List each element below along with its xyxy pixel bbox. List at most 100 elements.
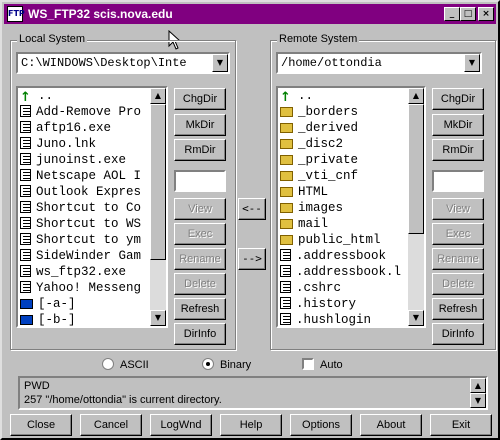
- transfer-to-remote-button[interactable]: -->: [238, 248, 266, 270]
- auto-check-box[interactable]: [302, 358, 314, 370]
- maximize-button[interactable]: □: [460, 7, 476, 21]
- local-scrollbar[interactable]: ▲ ▼: [150, 88, 166, 326]
- local-rmdir-button[interactable]: RmDir: [174, 139, 226, 161]
- file-list-item[interactable]: _disc2: [278, 136, 408, 152]
- file-list-item[interactable]: Juno.lnk: [18, 136, 150, 152]
- file-list-item[interactable]: Yahoo! Messeng: [18, 280, 150, 296]
- binary-radio-circle[interactable]: [202, 358, 214, 370]
- file-list-item[interactable]: [-b-]: [18, 312, 150, 326]
- chevron-down-icon[interactable]: ▼: [464, 54, 480, 72]
- binary-label: Binary: [220, 359, 252, 371]
- file-list-item[interactable]: _private: [278, 152, 408, 168]
- file-list-item[interactable]: [-a-]: [18, 296, 150, 312]
- file-list-item[interactable]: Shortcut to Co: [18, 200, 150, 216]
- remote-file-list[interactable]: ↑.. _borders _derived _disc2 _private _vti_cn…: [276, 86, 426, 328]
- file-list-item[interactable]: Shortcut to ym: [18, 232, 150, 248]
- file-list-item[interactable]: ↑..: [18, 88, 150, 104]
- file-name: Outlook Expres: [36, 185, 142, 199]
- local-exec-button[interactable]: Exec: [174, 223, 226, 245]
- local-mkdir-button[interactable]: MkDir: [174, 114, 226, 136]
- auto-checkbox[interactable]: Auto: [302, 358, 343, 371]
- file-list-item[interactable]: Add-Remove Pro: [18, 104, 150, 120]
- file-list-item[interactable]: Shortcut to WS: [18, 216, 150, 232]
- local-view-button[interactable]: View: [174, 198, 226, 220]
- status-scroll-down-icon[interactable]: ▼: [470, 393, 486, 408]
- remote-rename-button[interactable]: Rename: [432, 248, 484, 270]
- file-list-item[interactable]: mail: [278, 216, 408, 232]
- file-name: _borders: [298, 105, 359, 119]
- transfer-to-local-button[interactable]: <--: [238, 198, 266, 220]
- file-list-item[interactable]: SideWinder Gam: [18, 248, 150, 264]
- file-list-item[interactable]: images: [278, 200, 408, 216]
- chevron-down-icon[interactable]: ▼: [212, 54, 228, 72]
- local-delete-button[interactable]: Delete: [174, 273, 226, 295]
- file-list-item[interactable]: aftp16.exe: [18, 120, 150, 136]
- window-title: WS_FTP32 scis.nova.edu: [28, 7, 173, 21]
- close-button[interactable]: Close: [10, 414, 72, 436]
- folder-icon: [280, 219, 293, 229]
- title-bar[interactable]: FTP WS_FTP32 scis.nova.edu _ □ ×: [4, 4, 496, 24]
- about-button[interactable]: About: [360, 414, 422, 436]
- file-name: public_html: [298, 233, 381, 247]
- remote-rmdir-button[interactable]: RmDir: [432, 139, 484, 161]
- ascii-radio-circle[interactable]: [102, 358, 114, 370]
- minimize-button[interactable]: _: [444, 7, 460, 21]
- file-list-item[interactable]: .history: [278, 296, 408, 312]
- local-chgdir-button[interactable]: ChgDir: [174, 88, 226, 110]
- remote-exec-button[interactable]: Exec: [432, 223, 484, 245]
- remote-scrollbar[interactable]: ▲ ▼: [408, 88, 424, 326]
- file-list-item[interactable]: _vti_cnf: [278, 168, 408, 184]
- help-button[interactable]: Help: [220, 414, 282, 436]
- file-name: ws_ftp32.exe: [36, 265, 127, 279]
- remote-path-dropdown[interactable]: /home/ottondia ▼: [276, 52, 482, 74]
- scroll-up-icon[interactable]: ▲: [408, 88, 424, 104]
- local-refresh-button[interactable]: Refresh: [174, 298, 226, 320]
- file-list-item[interactable]: .addressbook: [278, 248, 408, 264]
- file-name: Shortcut to Co: [36, 201, 142, 215]
- binary-radio[interactable]: Binary: [202, 358, 251, 371]
- file-name: _disc2: [298, 137, 344, 151]
- local-rename-button[interactable]: Rename: [174, 248, 226, 270]
- file-list-item[interactable]: _derived: [278, 120, 408, 136]
- status-line-1: PWD: [24, 380, 50, 392]
- file-list-item[interactable]: ↑..: [278, 88, 408, 104]
- close-window-button[interactable]: ×: [478, 7, 494, 21]
- file-list-item[interactable]: Netscape AOL I: [18, 168, 150, 184]
- file-list-item[interactable]: HTML: [278, 184, 408, 200]
- remote-chgdir-button[interactable]: ChgDir: [432, 88, 484, 110]
- file-list-item[interactable]: Outlook Expres: [18, 184, 150, 200]
- remote-refresh-button[interactable]: Refresh: [432, 298, 484, 320]
- ascii-radio[interactable]: ASCII: [102, 358, 149, 371]
- ftp-app-icon[interactable]: FTP: [7, 6, 25, 22]
- scroll-thumb[interactable]: [150, 104, 166, 260]
- remote-dirinfo-button[interactable]: DirInfo: [432, 323, 484, 345]
- local-filter-input[interactable]: [174, 170, 226, 192]
- remote-filter-input[interactable]: [432, 170, 484, 192]
- file-list-item[interactable]: .addressbook.l: [278, 264, 408, 280]
- status-scroll-up-icon[interactable]: ▲: [470, 378, 486, 393]
- file-list-item[interactable]: .cshrc: [278, 280, 408, 296]
- file-list-item[interactable]: junoinst.exe: [18, 152, 150, 168]
- remote-delete-button[interactable]: Delete: [432, 273, 484, 295]
- exit-button[interactable]: Exit: [430, 414, 492, 436]
- file-name: _private: [298, 153, 359, 167]
- scroll-thumb[interactable]: [408, 104, 424, 234]
- remote-view-button[interactable]: View: [432, 198, 484, 220]
- file-name: junoinst.exe: [36, 153, 127, 167]
- file-name: Netscape AOL I: [36, 169, 142, 183]
- local-path-dropdown[interactable]: C:\WINDOWS\Desktop\Inte ▼: [16, 52, 230, 74]
- scroll-up-icon[interactable]: ▲: [150, 88, 166, 104]
- local-file-list[interactable]: ↑.. Add-Remove Pro aftp16.exe Juno.lnk junoi…: [16, 86, 168, 328]
- scroll-down-icon[interactable]: ▼: [150, 310, 166, 326]
- file-list-item[interactable]: .hushlogin: [278, 312, 408, 326]
- remote-mkdir-button[interactable]: MkDir: [432, 114, 484, 136]
- cancel-button[interactable]: Cancel: [80, 414, 142, 436]
- options-button[interactable]: Options: [290, 414, 352, 436]
- scroll-down-icon[interactable]: ▼: [408, 310, 424, 326]
- file-list-item[interactable]: ws_ftp32.exe: [18, 264, 150, 280]
- logwnd-button[interactable]: LogWnd: [150, 414, 212, 436]
- file-name: .hushlogin: [296, 313, 372, 326]
- file-list-item[interactable]: public_html: [278, 232, 408, 248]
- local-dirinfo-button[interactable]: DirInfo: [174, 323, 226, 345]
- file-list-item[interactable]: _borders: [278, 104, 408, 120]
